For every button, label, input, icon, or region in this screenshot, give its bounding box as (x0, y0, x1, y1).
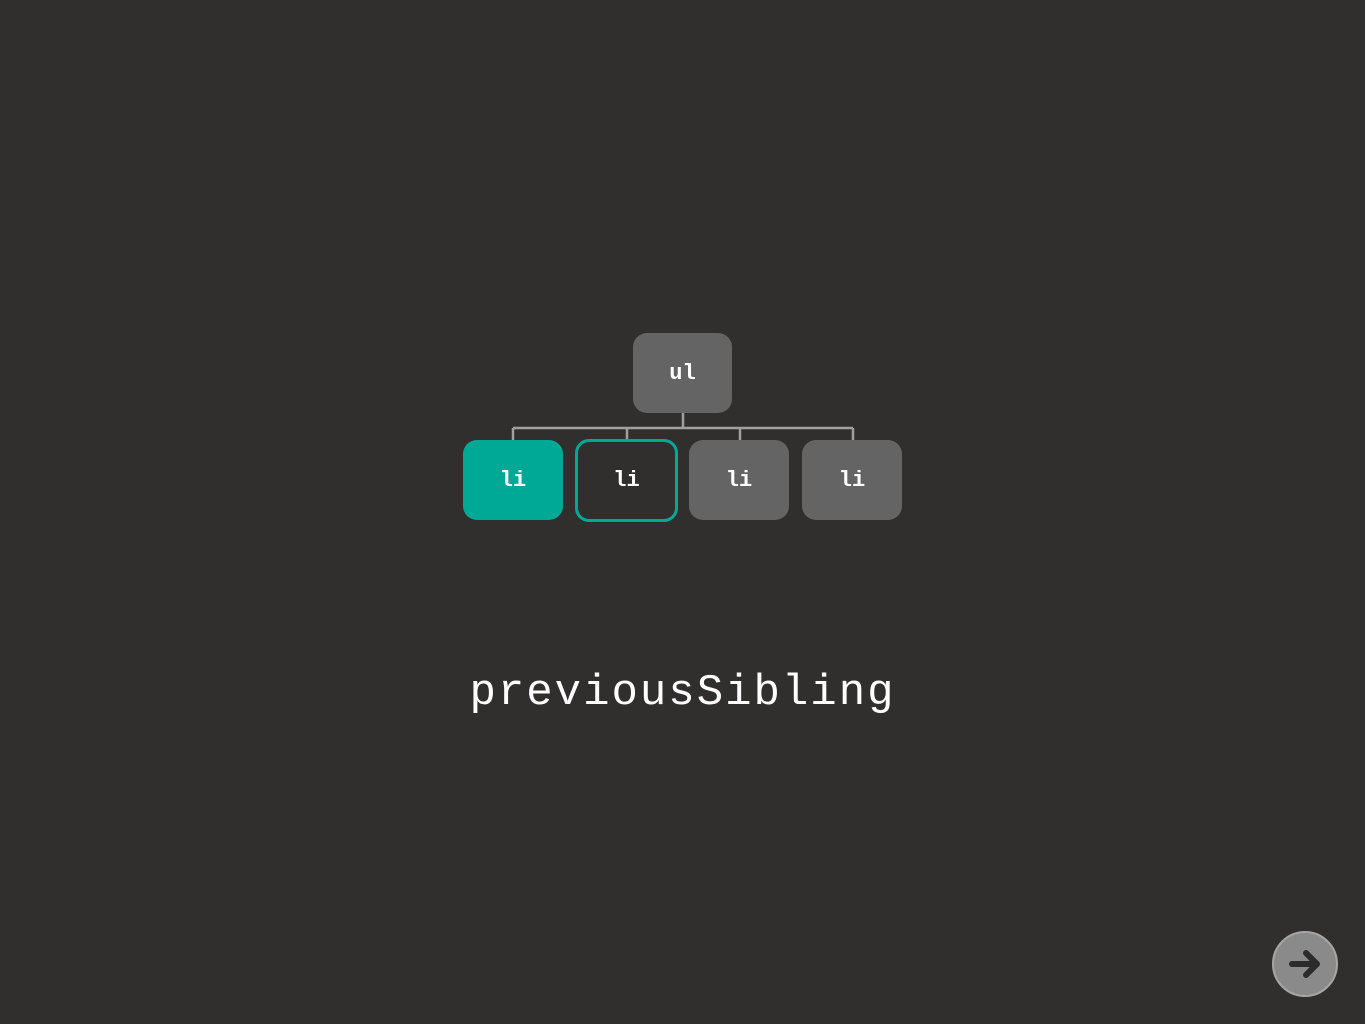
slide: ul li li li li previousSibling (0, 0, 1365, 1024)
next-slide-button[interactable] (1272, 931, 1338, 997)
li-node: li (802, 440, 902, 520)
li-node: li (689, 440, 789, 520)
slide-caption: previousSibling (469, 668, 896, 718)
li-node-previous-sibling: li (575, 439, 678, 522)
li-node-current: li (463, 440, 563, 520)
ul-node: ul (633, 333, 732, 413)
arrow-right-icon (1289, 950, 1320, 978)
tree-connectors (511, 413, 855, 440)
